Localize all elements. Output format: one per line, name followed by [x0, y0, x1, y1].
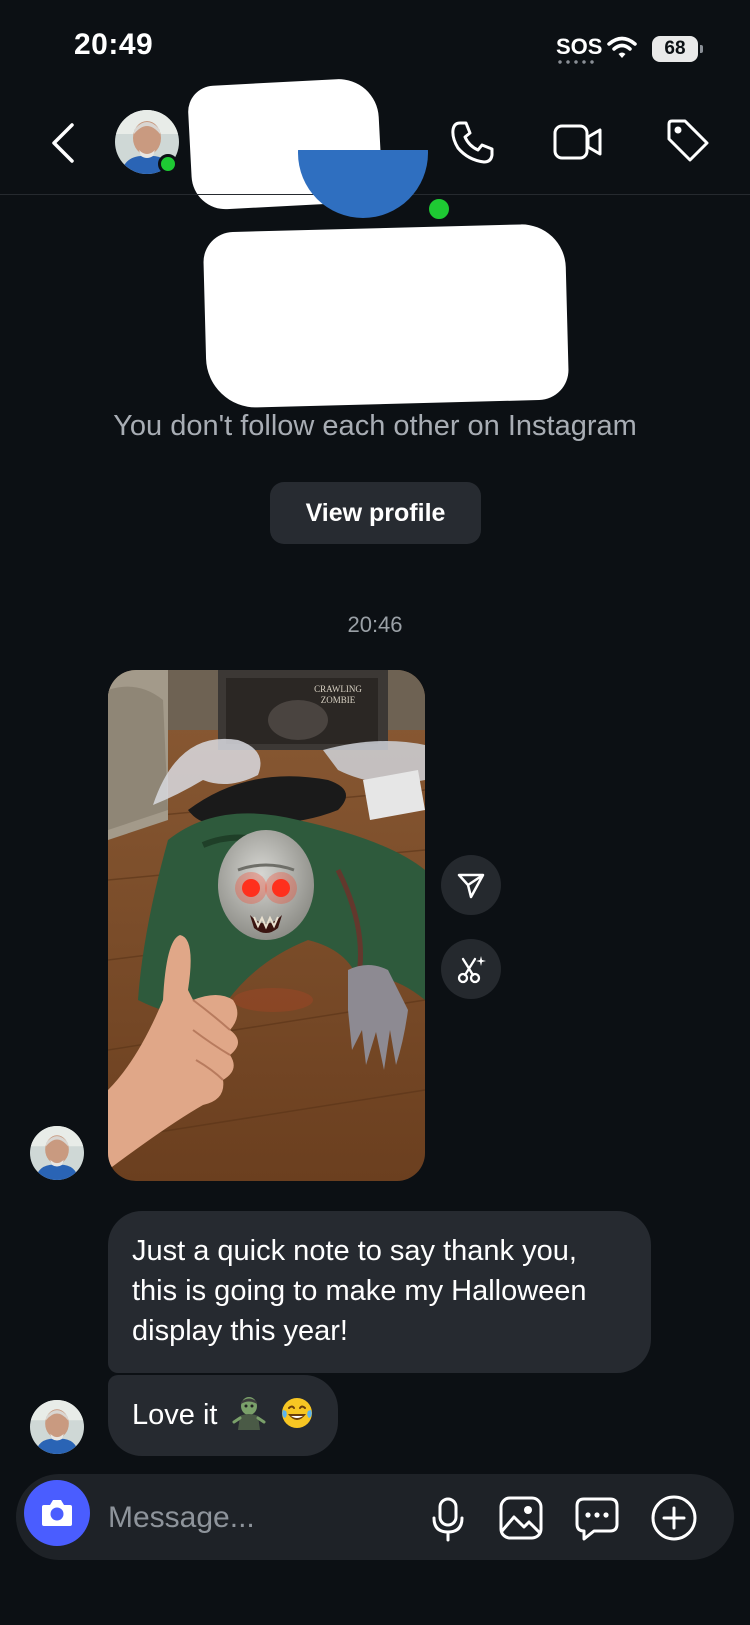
sos-label: SOS [556, 34, 603, 59]
plus-circle-icon [651, 1495, 697, 1541]
back-button[interactable] [44, 120, 84, 166]
battery-icon: 68 [652, 36, 703, 62]
microphone-icon [432, 1497, 464, 1542]
sticker-chat-icon [575, 1497, 619, 1541]
message-text: Love it [132, 1399, 218, 1431]
call-button[interactable] [448, 118, 496, 166]
chevron-left-icon [52, 123, 74, 163]
box-text-1: CRAWLING [314, 684, 362, 694]
online-status-dot [158, 154, 178, 174]
add-button[interactable] [650, 1494, 698, 1542]
zombie-photo: CRAWLING ZOMBIE [108, 670, 425, 1181]
signal-dots [556, 60, 596, 64]
message-text: Just a quick note to say thank you, this… [132, 1235, 587, 1347]
status-time: 20:49 [74, 28, 154, 61]
profile-online-dot [425, 195, 453, 223]
sticker-button[interactable] [574, 1495, 620, 1541]
tag-button[interactable] [663, 116, 711, 164]
sender-avatar[interactable] [30, 1400, 84, 1454]
image-icon [499, 1496, 543, 1540]
phone-icon [451, 121, 494, 164]
profile-avatar[interactable] [298, 150, 428, 228]
share-button[interactable] [441, 855, 501, 915]
box-text-2: ZOMBIE [321, 695, 356, 705]
remix-button[interactable] [441, 939, 501, 999]
message-timestamp: 20:46 [347, 612, 403, 637]
media-message[interactable]: CRAWLING ZOMBIE [108, 670, 425, 1181]
scissors-sparkle-icon [457, 956, 486, 984]
battery-level: 68 [652, 36, 698, 62]
message-input[interactable] [108, 1496, 388, 1540]
message-bubble[interactable]: Just a quick note to say thank you, this… [108, 1211, 651, 1373]
camera-icon [42, 1500, 72, 1526]
paper-plane-icon [457, 873, 485, 899]
zombie-emoji [232, 1397, 266, 1430]
gallery-button[interactable] [498, 1495, 544, 1541]
camera-button[interactable] [24, 1480, 90, 1546]
laughing-tears-emoji [281, 1398, 312, 1428]
sos-indicator: SOS [556, 34, 603, 64]
video-camera-icon [553, 124, 602, 160]
follow-status-text: You don't follow each other on Instagram [113, 410, 637, 442]
wifi-icon [607, 36, 637, 60]
sender-avatar[interactable] [30, 1126, 84, 1180]
microphone-button[interactable] [428, 1496, 468, 1542]
redacted-profile-info [202, 223, 570, 409]
view-profile-button[interactable]: View profile [270, 482, 481, 544]
tag-icon [667, 119, 709, 162]
message-bubble[interactable]: Love it [108, 1375, 338, 1456]
video-call-button[interactable] [552, 118, 604, 166]
